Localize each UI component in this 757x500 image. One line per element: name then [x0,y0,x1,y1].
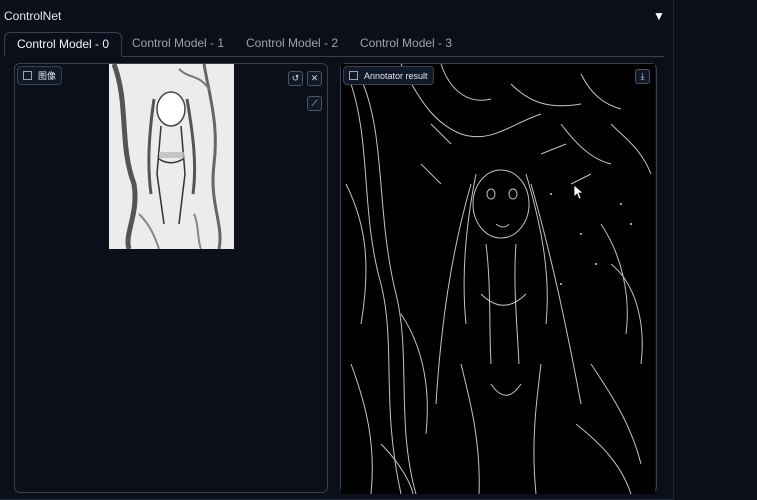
input-image-sketch [109,64,234,249]
tab-control-model-1[interactable]: Control Model - 1 [120,32,236,55]
controlnet-panel: ControlNet ▼ Control Model - 0 Control M… [0,0,674,500]
tab-bar: Control Model - 0 Control Model - 1 Cont… [4,32,664,57]
tab-control-model-2[interactable]: Control Model - 2 [234,32,350,55]
tab-control-model-0[interactable]: Control Model - 0 [4,32,123,57]
input-image-preview [109,64,234,249]
image-icon [349,71,358,80]
annotator-result-label-text: Annotator result [364,70,428,81]
input-image-label-text: 图像 [38,71,57,81]
close-icon[interactable]: ✕ [307,71,322,86]
input-image-label: 图像 [17,66,63,85]
edge-map [341,64,655,494]
image-icon [23,71,32,80]
panel-title: ControlNet [4,9,62,23]
annotator-result-image [341,64,655,494]
download-icon[interactable]: ⤓ [635,69,650,84]
rotate-ccw-icon[interactable]: ↺ [288,71,303,86]
brush-icon[interactable]: ⟋ [307,96,322,111]
mouse-cursor-icon [573,184,585,200]
annotator-result-label: Annotator result [343,66,434,85]
tab-control-model-3[interactable]: Control Model - 3 [348,32,464,55]
collapse-toggle-icon[interactable]: ▼ [653,9,665,23]
